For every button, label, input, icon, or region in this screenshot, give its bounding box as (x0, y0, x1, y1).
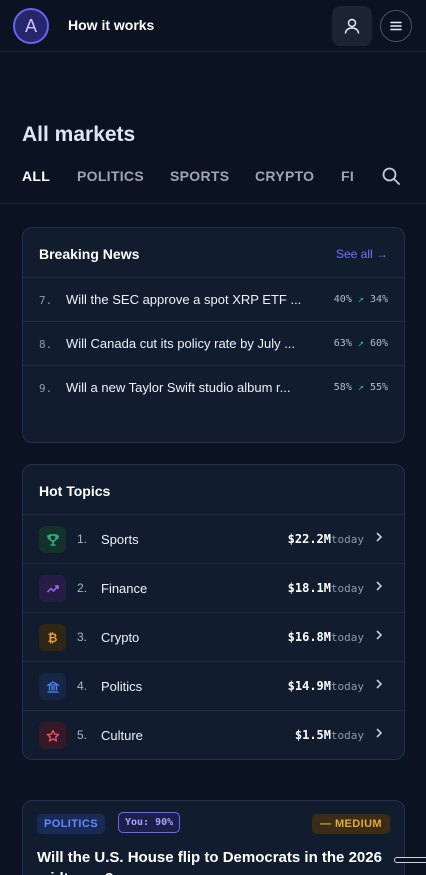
hot-topics-card: Hot Topics 1. Sports $22.2M today 2. Fin… (22, 464, 405, 760)
news-odds: 58% ↗ 55% (334, 382, 388, 393)
category-badge: POLITICS (37, 814, 105, 834)
star-icon (39, 722, 66, 749)
topic-volume: $1.5M (294, 728, 331, 742)
user-prediction-badge: You: 90% (118, 812, 181, 833)
trophy-icon (39, 526, 66, 553)
user-icon (344, 18, 360, 34)
odds-from: 58% (333, 382, 352, 393)
topic-rank: 5. (77, 728, 88, 742)
odds-to: 55% (369, 382, 388, 393)
odds-from: 63% (333, 338, 352, 349)
topic-volume: $14.9M (287, 679, 331, 693)
menu-button[interactable] (380, 10, 412, 42)
tab-all[interactable]: ALL (22, 168, 50, 184)
news-number: 7. (39, 294, 53, 307)
category-tabs: ALL POLITICS SPORTS CRYPTO FI (0, 160, 426, 204)
bitcoin-icon: ₿ (39, 624, 66, 651)
chevron-right-icon (376, 532, 383, 542)
news-odds: 63% ↗ 60% (334, 338, 388, 349)
topic-rank: 3. (77, 630, 88, 644)
topic-row-sports[interactable]: 1. Sports $22.2M today (23, 515, 404, 564)
topic-name: Culture (101, 728, 143, 743)
topic-today: today (330, 582, 364, 595)
topic-name: Crypto (101, 630, 140, 645)
tab-fi[interactable]: FI (341, 168, 354, 184)
topic-today: today (330, 631, 364, 644)
tab-crypto[interactable]: CRYPTO (255, 168, 314, 184)
chevron-right-icon (376, 630, 383, 640)
capitol-icon (39, 673, 66, 700)
account-button[interactable] (332, 6, 372, 46)
menu-icon (390, 21, 402, 31)
topic-rank: 4. (77, 679, 88, 693)
news-odds: 40% ↗ 34% (334, 294, 388, 305)
chevron-right-icon (376, 728, 383, 738)
topic-today: today (330, 680, 364, 693)
topic-row-politics[interactable]: 4. Politics $14.9M today (23, 662, 404, 711)
topic-today: today (330, 533, 364, 546)
market-card[interactable]: POLITICS You: 90% — MEDIUM Will the U.S.… (22, 800, 405, 875)
topic-rank: 2. (77, 581, 88, 595)
news-question: Will Canada cut its policy rate by July … (66, 336, 296, 351)
page-title: All markets (22, 123, 136, 146)
trend-arrow-icon: ↗ (357, 382, 364, 393)
trend-arrow-icon: ↗ (357, 338, 364, 349)
topic-row-crypto[interactable]: ₿ 3. Crypto $16.8M today (23, 613, 404, 662)
hot-topics-header: Hot Topics (23, 465, 404, 515)
topic-volume: $22.2M (287, 532, 331, 546)
see-all-link[interactable]: See all → (336, 247, 388, 261)
topic-name: Finance (101, 581, 148, 596)
logo[interactable]: A (13, 8, 49, 44)
topic-rank: 1. (77, 532, 88, 546)
topic-name: Politics (101, 679, 143, 694)
tab-sports[interactable]: SPORTS (170, 168, 229, 184)
news-number: 8. (39, 338, 53, 351)
odds-to: 60% (369, 338, 388, 349)
how-it-works-link[interactable]: How it works (68, 17, 154, 33)
breaking-news-header: Breaking News See all → (23, 228, 404, 278)
trending-up-icon (39, 575, 66, 602)
breaking-news-title: Breaking News (39, 246, 140, 262)
topic-volume: $16.8M (287, 630, 331, 644)
news-item[interactable]: 9. Will a new Taylor Swift studio album … (23, 366, 404, 410)
chevron-right-icon (376, 679, 383, 689)
news-question: Will the SEC approve a spot XRP ETF ... (66, 292, 302, 307)
topic-today: today (330, 729, 364, 742)
news-question: Will a new Taylor Swift studio album r..… (66, 380, 291, 395)
topic-volume: $18.1M (287, 581, 331, 595)
floating-button[interactable] (394, 857, 426, 863)
topic-name: Sports (101, 532, 139, 547)
topic-row-finance[interactable]: 2. Finance $18.1M today (23, 564, 404, 613)
breaking-news-card: Breaking News See all → 7. Will the SEC … (22, 227, 405, 443)
news-number: 9. (39, 382, 53, 395)
trend-arrow-icon: ↗ (357, 294, 364, 305)
chevron-right-icon (376, 581, 383, 591)
news-item[interactable]: 7. Will the SEC approve a spot XRP ETF .… (23, 278, 404, 322)
odds-to: 34% (369, 294, 388, 305)
market-question: Will the U.S. House flip to Democrats in… (37, 849, 382, 875)
hot-topics-title: Hot Topics (39, 483, 111, 499)
news-item[interactable]: 8. Will Canada cut its policy rate by Ju… (23, 322, 404, 366)
topic-row-culture[interactable]: 5. Culture $1.5M today (23, 711, 404, 759)
top-bar: A How it works (0, 0, 426, 52)
odds-from: 40% (333, 294, 352, 305)
search-icon[interactable] (381, 166, 401, 186)
logo-letter: A (24, 15, 37, 36)
tab-politics[interactable]: POLITICS (77, 168, 144, 184)
risk-badge: — MEDIUM (312, 814, 390, 834)
